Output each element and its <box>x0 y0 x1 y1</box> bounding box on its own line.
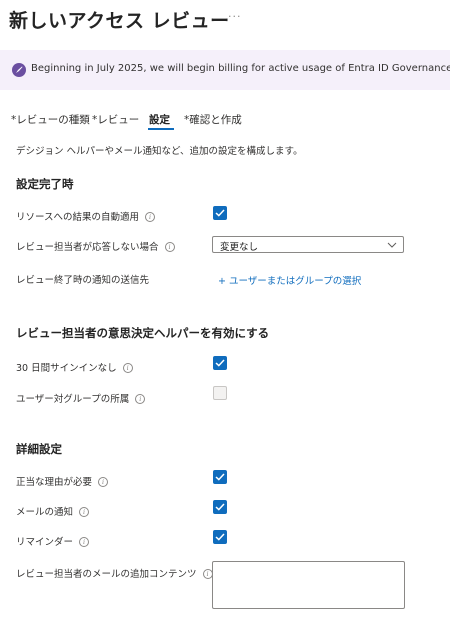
auto-apply-checkbox[interactable] <box>213 206 227 220</box>
tab-review-create[interactable]: *確認と作成 <box>184 112 242 127</box>
no-signin-checkbox[interactable] <box>213 356 227 370</box>
section-heading-advanced: 詳細設定 <box>16 442 62 456</box>
info-icon[interactable]: i <box>79 507 90 517</box>
no-response-dropdown[interactable]: 変更なし <box>212 236 404 253</box>
justification-label: 正当な理由が必要 <box>16 477 93 488</box>
tab-review-type[interactable]: *レビューの種類 <box>11 112 90 127</box>
billing-banner: Beginning in July 2025, we will begin bi… <box>0 50 450 90</box>
no-response-value: 変更なし <box>220 242 259 253</box>
no-response-label: レビュー担当者が応答しない場合 <box>16 242 159 253</box>
page-description: デシジョン ヘルパーやメール通知など、追加の設定を構成します。 <box>16 146 303 157</box>
user-group-label: ユーザー対グループの所属 <box>16 394 130 405</box>
active-tab-indicator <box>148 128 174 130</box>
extra-content-row: レビュー担当者のメールの追加コンテンツ i <box>16 566 213 580</box>
info-icon[interactable]: i <box>145 212 156 222</box>
auto-apply-label: リソースへの結果の自動適用 <box>16 212 140 223</box>
rocket-icon <box>12 63 26 77</box>
justification-row: 正当な理由が必要 i <box>16 474 109 488</box>
info-icon[interactable]: i <box>164 242 175 252</box>
section-heading-completion: 設定完了時 <box>16 177 74 191</box>
chevron-down-icon <box>387 242 397 248</box>
reminder-label: リマインダー <box>16 537 74 548</box>
no-signin-label: 30 日間サインインなし <box>16 363 117 374</box>
notify-label: レビュー終了時の通知の送信先 <box>16 275 150 286</box>
user-group-checkbox[interactable] <box>213 386 227 400</box>
auto-apply-row: リソースへの結果の自動適用 i <box>16 209 156 223</box>
user-group-row: ユーザー対グループの所属 i <box>16 391 146 405</box>
no-signin-row: 30 日間サインインなし i <box>16 360 133 374</box>
email-row: メールの通知 i <box>16 504 90 518</box>
section-heading-helpers: レビュー担当者の意思決定ヘルパーを有効にする <box>16 326 270 340</box>
page-title: 新しいアクセス レビュー <box>9 10 230 32</box>
info-icon[interactable]: i <box>79 537 90 547</box>
more-options-button[interactable]: ··· <box>228 10 242 23</box>
no-response-row: レビュー担当者が応答しない場合 i <box>16 239 175 253</box>
reminder-row: リマインダー i <box>16 534 90 548</box>
select-users-groups-link[interactable]: + ユーザーまたはグループの選択 <box>218 273 361 287</box>
info-icon[interactable]: i <box>98 477 109 487</box>
tab-settings[interactable]: 設定 <box>149 112 170 127</box>
justification-checkbox[interactable] <box>213 470 227 484</box>
email-label: メールの通知 <box>16 507 74 518</box>
extra-content-label: レビュー担当者のメールの追加コンテンツ <box>16 569 197 580</box>
tab-reviews[interactable]: *レビュー <box>92 112 139 127</box>
info-icon[interactable]: i <box>122 363 133 373</box>
info-icon[interactable]: i <box>135 394 146 404</box>
banner-message: Beginning in July 2025, we will begin bi… <box>31 63 450 74</box>
reminder-checkbox[interactable] <box>213 530 227 544</box>
email-checkbox[interactable] <box>213 500 227 514</box>
extra-content-textarea[interactable] <box>212 561 405 609</box>
